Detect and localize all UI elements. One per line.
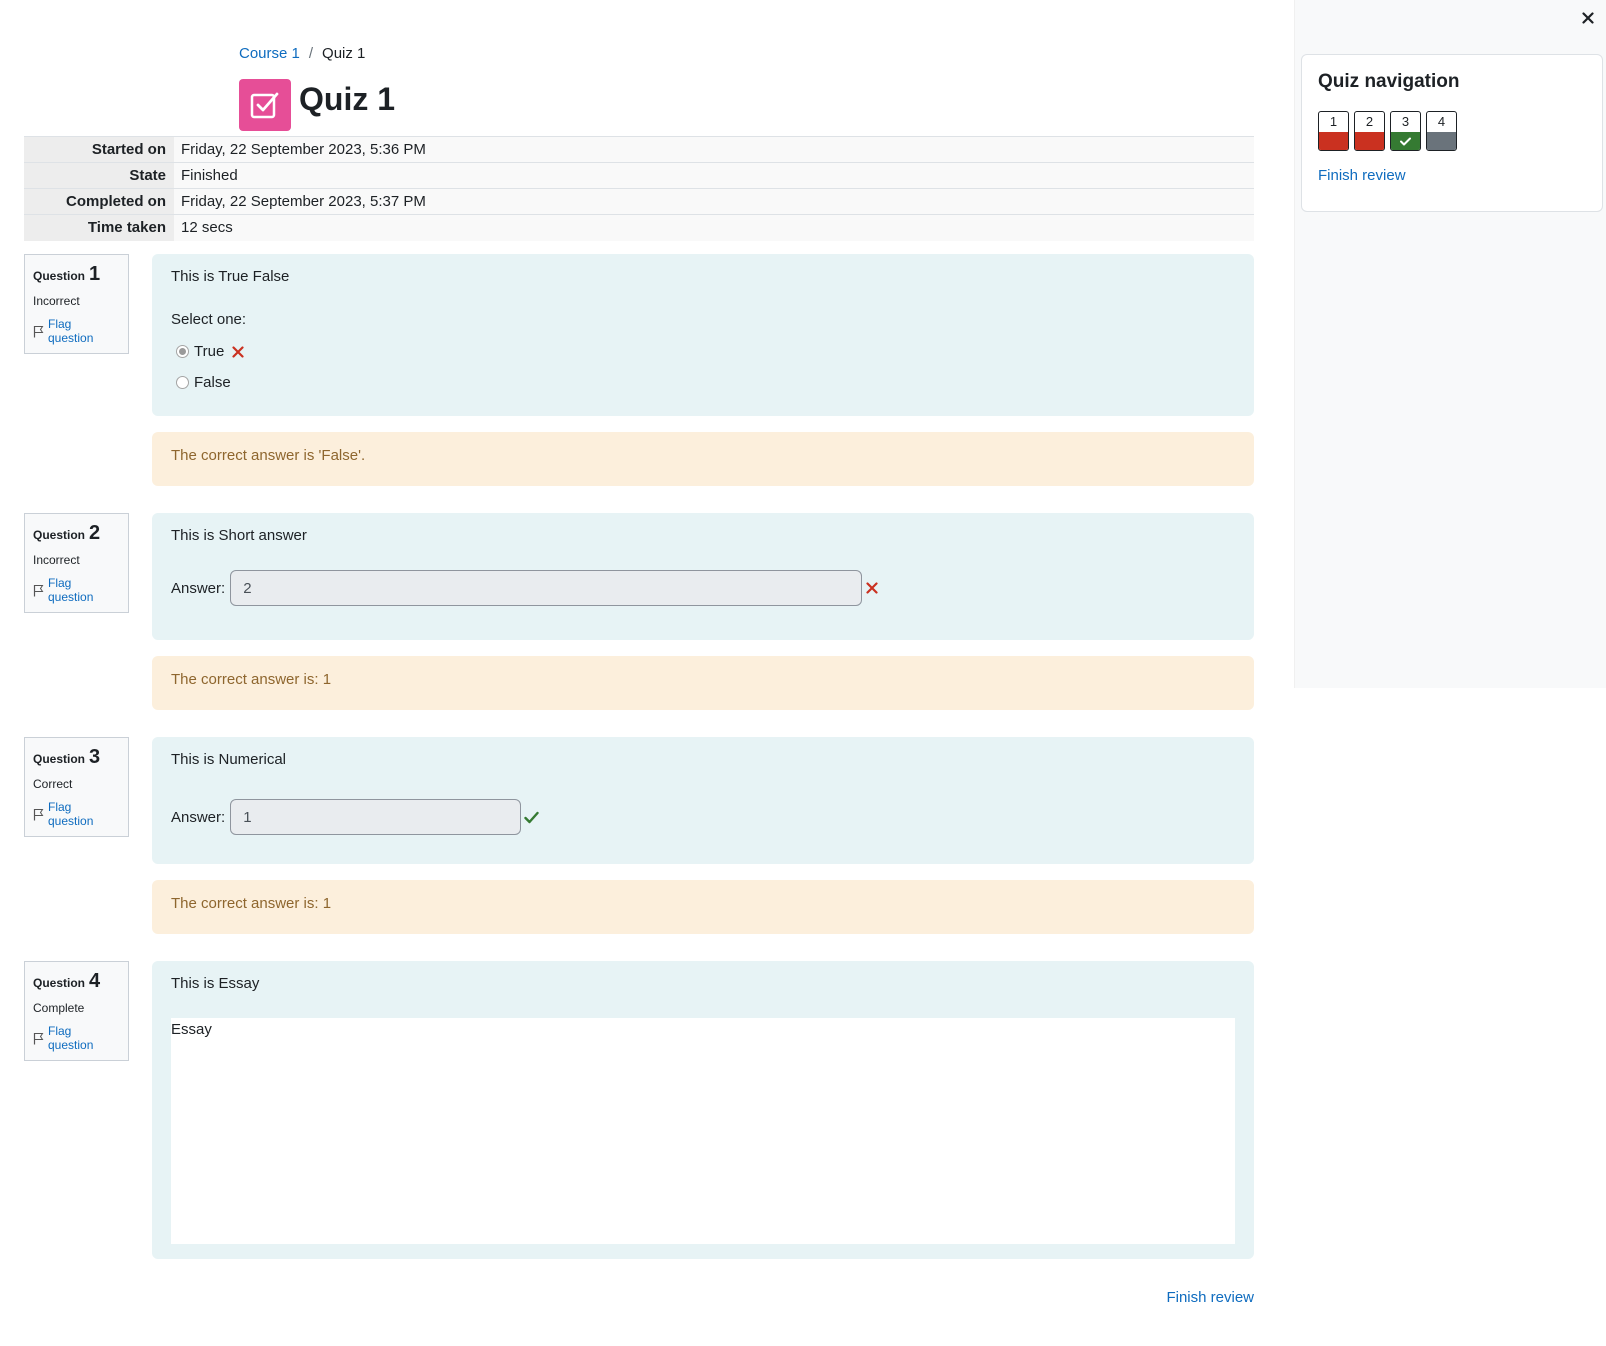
breadcrumb-separator: / [308, 45, 314, 62]
summary-value: Friday, 22 September 2023, 5:36 PM [174, 136, 1254, 163]
flag-question-link[interactable]: Flag question [33, 576, 120, 604]
breadcrumb: Course 1 / Quiz 1 [239, 45, 365, 62]
summary-row: Completed on Friday, 22 September 2023, … [24, 188, 1254, 215]
finish-review-link[interactable]: Finish review [1166, 1289, 1254, 1306]
question-2-formulation: This is Short answer Answer: 2 [152, 513, 1254, 640]
question-3-formulation: This is Numerical Answer: 1 [152, 737, 1254, 864]
breadcrumb-current: Quiz 1 [322, 45, 366, 62]
check-icon [1400, 137, 1411, 145]
flag-question-link[interactable]: Flag question [33, 317, 120, 345]
question-label: Question [33, 269, 86, 283]
quiz-navigation-title: Quiz navigation [1318, 71, 1460, 92]
nav-button-number: 4 [1437, 114, 1446, 129]
option-true[interactable]: True [176, 343, 244, 360]
quiz-checkbox-icon [239, 79, 291, 131]
correct-check-icon [524, 811, 539, 823]
close-icon [1582, 12, 1594, 24]
status-incorrect [1355, 132, 1384, 150]
question-number: 4 [89, 970, 101, 992]
answer-label: Answer: [171, 808, 226, 826]
flag-icon [33, 325, 44, 337]
flag-question-label: Flag question [48, 317, 94, 345]
question-state: Incorrect [33, 294, 80, 308]
question-3-info: Question 3 Correct Flag question [24, 737, 129, 837]
flag-icon [33, 584, 44, 596]
nav-button-number: 2 [1365, 114, 1374, 129]
question-number: 2 [89, 522, 101, 544]
nav-button-question-1[interactable]: 1 [1318, 111, 1349, 151]
nav-button-number: 3 [1401, 114, 1410, 129]
status-complete [1427, 132, 1456, 150]
quiz-navigation-block: Quiz navigation 1 2 3 4 Finish review [1301, 54, 1603, 212]
question-label: Question [33, 752, 86, 766]
summary-label: Started on [24, 136, 174, 163]
question-text: This is Essay [171, 975, 260, 992]
radio-true[interactable] [176, 345, 189, 358]
page-header: Quiz 1 [239, 79, 395, 131]
question-text: This is Numerical [171, 751, 287, 768]
summary-value: 12 secs [174, 214, 1254, 241]
summary-row: Started on Friday, 22 September 2023, 5:… [24, 136, 1254, 163]
flag-question-link[interactable]: Flag question [33, 1024, 120, 1052]
question-state: Correct [33, 777, 73, 791]
close-drawer-button[interactable] [1582, 8, 1594, 29]
flag-question-label: Flag question [48, 1024, 94, 1052]
answer-row: Answer: 2 [171, 570, 878, 606]
summary-row: Time taken 12 secs [24, 214, 1254, 241]
incorrect-cross-icon [866, 582, 878, 594]
page-title: Quiz 1 [299, 81, 396, 117]
question-2-info: Question 2 Incorrect Flag question [24, 513, 129, 613]
option-label: True [194, 343, 225, 360]
flag-question-label: Flag question [48, 800, 94, 828]
nav-button-question-4[interactable]: 4 [1426, 111, 1457, 151]
question-4-info: Question 4 Complete Flag question [24, 961, 129, 1061]
question-text: This is Short answer [171, 527, 307, 544]
select-one-prompt: Select one: [171, 311, 247, 328]
summary-value: Friday, 22 September 2023, 5:37 PM [174, 188, 1254, 215]
answer-row: Answer: 1 [171, 799, 539, 835]
question-state: Complete [33, 1001, 85, 1015]
attempt-summary-table: Started on Friday, 22 September 2023, 5:… [24, 136, 1254, 241]
question-4-formulation: This is Essay Essay [152, 961, 1254, 1259]
status-incorrect [1319, 132, 1348, 150]
question-text: This is True False [171, 268, 290, 285]
quiz-navigation-drawer: Quiz navigation 1 2 3 4 Finish review [1294, 0, 1606, 688]
question-number: 1 [89, 263, 101, 285]
question-3-feedback: The correct answer is: 1 [152, 880, 1254, 934]
nav-button-number: 1 [1329, 114, 1338, 129]
summary-label: Time taken [24, 214, 174, 241]
question-label: Question [33, 976, 86, 990]
question-1-info: Question 1 Incorrect Flag question [24, 254, 129, 354]
status-correct [1391, 132, 1420, 150]
nav-finish-review-link[interactable]: Finish review [1318, 167, 1586, 184]
essay-response: Essay [171, 1018, 1235, 1244]
summary-value: Finished [174, 162, 1254, 189]
nav-button-question-2[interactable]: 2 [1354, 111, 1385, 151]
option-false[interactable]: False [176, 374, 231, 391]
flag-question-label: Flag question [48, 576, 94, 604]
flag-question-link[interactable]: Flag question [33, 800, 120, 828]
nav-button-question-3[interactable]: 3 [1390, 111, 1421, 151]
question-1-formulation: This is True False Select one: True Fals… [152, 254, 1254, 416]
flag-icon [33, 808, 44, 820]
flag-icon [33, 1032, 44, 1044]
summary-label: Completed on [24, 188, 174, 215]
answer-label: Answer: [171, 579, 226, 597]
answer-input[interactable]: 2 [230, 570, 863, 606]
breadcrumb-course-link[interactable]: Course 1 [239, 45, 300, 62]
radio-false[interactable] [176, 376, 189, 389]
question-2-feedback: The correct answer is: 1 [152, 656, 1254, 710]
question-nav-buttons: 1 2 3 4 [1318, 111, 1586, 151]
question-label: Question [33, 528, 86, 542]
summary-row: State Finished [24, 162, 1254, 189]
question-number: 3 [89, 746, 101, 768]
incorrect-cross-icon [232, 345, 244, 358]
question-1-feedback: The correct answer is 'False'. [152, 432, 1254, 486]
option-label: False [194, 374, 231, 391]
summary-label: State [24, 162, 174, 189]
question-state: Incorrect [33, 553, 80, 567]
answer-input[interactable]: 1 [230, 799, 522, 835]
